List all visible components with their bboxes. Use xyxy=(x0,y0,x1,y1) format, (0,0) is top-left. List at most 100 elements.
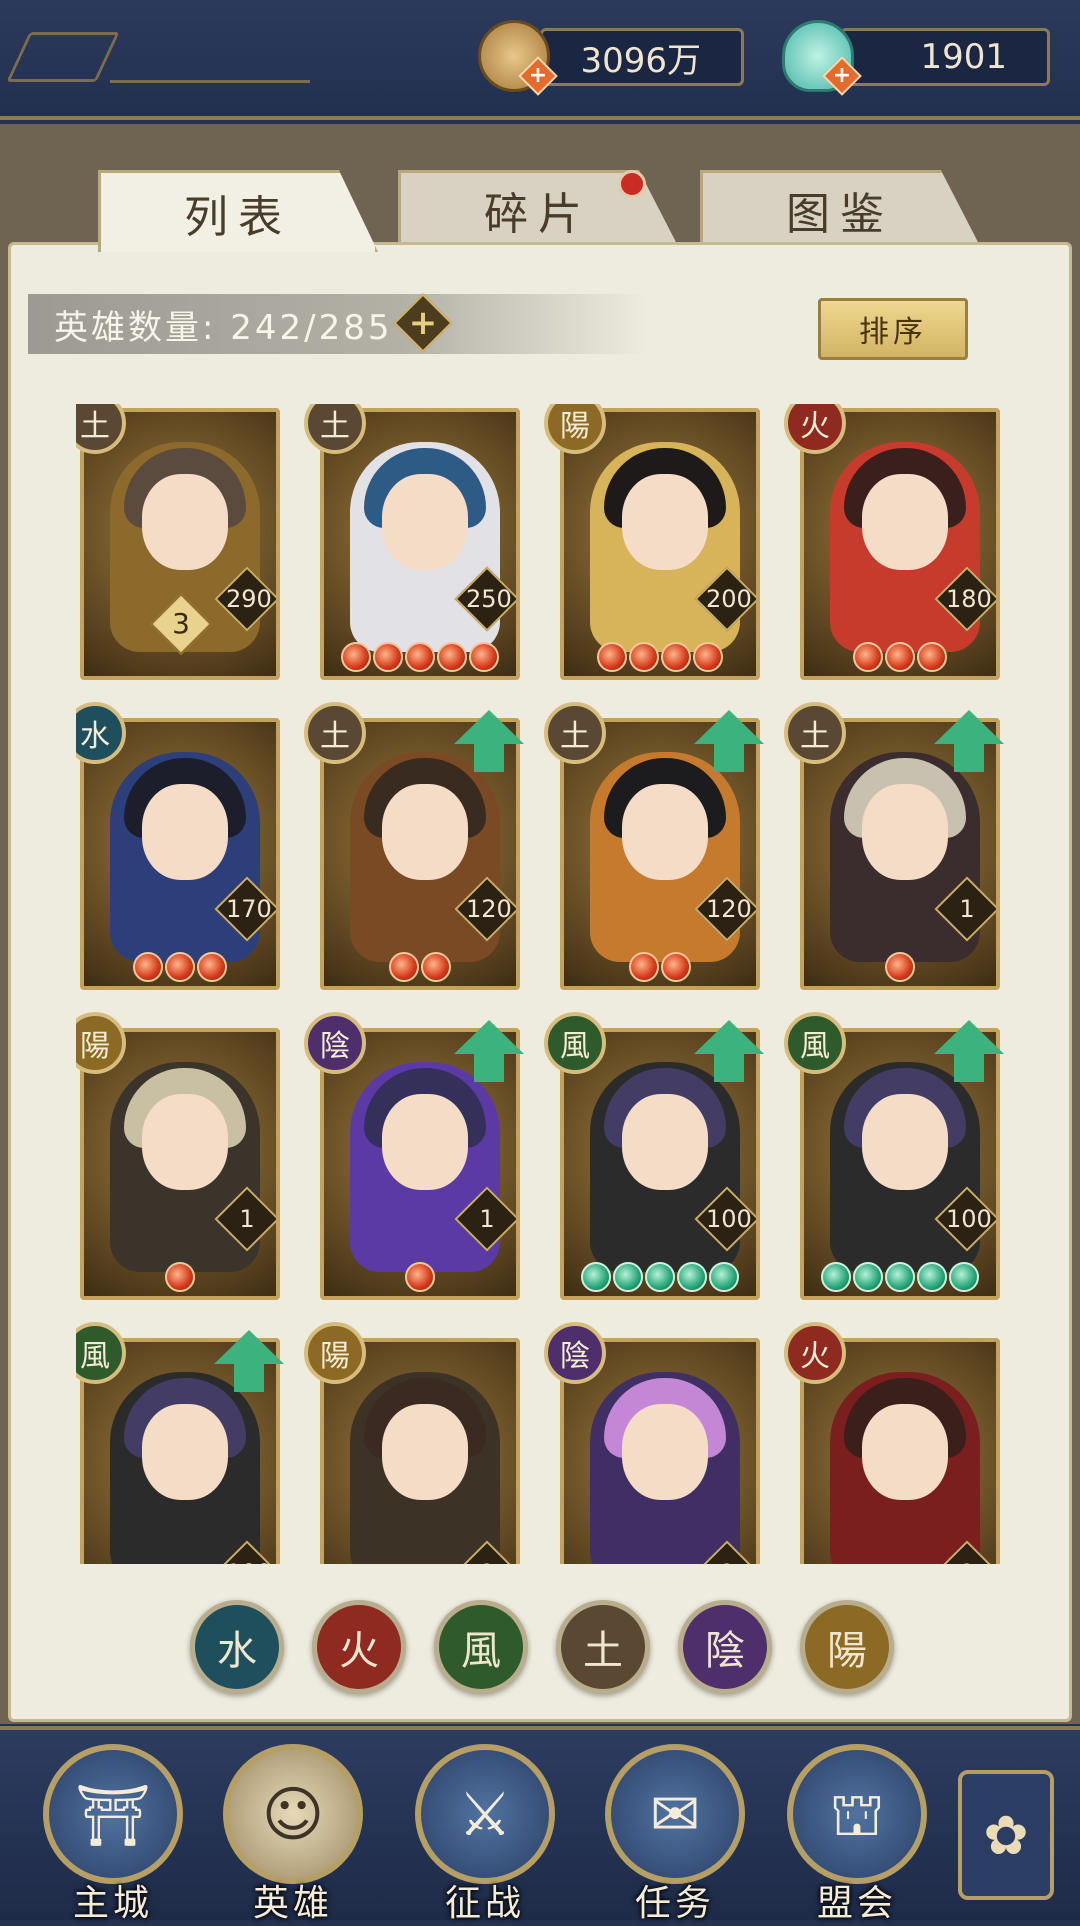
hero-level: 250 xyxy=(466,585,512,613)
hero-face xyxy=(622,1094,708,1190)
menu-button[interactable]: ✿ xyxy=(958,1770,1054,1900)
hero-stars xyxy=(564,1262,756,1292)
star-icon xyxy=(469,642,499,672)
hero-level: 100 xyxy=(226,1552,272,1564)
notification-dot xyxy=(618,170,646,198)
element-badge-icon: 土 xyxy=(544,702,606,764)
tab-encyclopedia[interactable]: 图鉴 xyxy=(700,170,980,246)
star-icon xyxy=(645,1262,675,1292)
hero-face xyxy=(382,474,468,570)
hero-face xyxy=(862,474,948,570)
star-icon xyxy=(677,1262,707,1292)
hero-level: 1 xyxy=(946,1552,988,1564)
castle-icon: ⛩ xyxy=(43,1744,183,1884)
hero-stars xyxy=(804,1262,996,1292)
star-icon xyxy=(581,1262,611,1292)
star-icon xyxy=(885,952,915,982)
hero-face xyxy=(382,1094,468,1190)
star-icon xyxy=(853,1262,883,1292)
sort-button[interactable]: 排序 xyxy=(818,298,968,360)
star-icon xyxy=(693,642,723,672)
element-filter-button[interactable]: 陽 xyxy=(800,1600,894,1694)
hero-level: 120 xyxy=(706,895,752,923)
element-filter-button[interactable]: 陰 xyxy=(678,1600,772,1694)
tab-list[interactable]: 列表 xyxy=(98,170,378,252)
upgrade-arrow-icon xyxy=(454,1020,524,1084)
shell-value: 1901 xyxy=(920,37,1007,77)
top-bar: 3096万 + 1901 + xyxy=(0,0,1080,120)
star-icon xyxy=(421,952,451,982)
hero-stars xyxy=(324,1262,516,1292)
hero-face xyxy=(862,1404,948,1500)
nav-main-city[interactable]: ⛩ 主城 xyxy=(38,1744,188,1924)
nav-heroes[interactable]: ☺ 英雄 xyxy=(218,1744,368,1924)
element-badge-icon: 陰 xyxy=(544,1322,606,1384)
hero-level: 1 xyxy=(479,1205,495,1233)
element-filter-button[interactable]: 水 xyxy=(190,1600,284,1694)
hero-face xyxy=(142,784,228,880)
element-badge-icon: 土 xyxy=(784,702,846,764)
hero-level: 1 xyxy=(239,1205,255,1233)
bottom-nav: ⛩ 主城 ☺ 英雄 ⚔ 征战 ✉ 任务 ⛫ 盟会 ✿ xyxy=(0,1726,1080,1924)
guild-icon: ⛫ xyxy=(787,1744,927,1884)
hero-face xyxy=(142,1404,228,1500)
star-icon xyxy=(613,1262,643,1292)
star-icon xyxy=(853,642,883,672)
hero-level: 120 xyxy=(466,895,512,923)
hero-stars xyxy=(804,952,996,982)
star-icon xyxy=(165,952,195,982)
element-badge-icon: 土 xyxy=(304,702,366,764)
hero-icon: ☺ xyxy=(223,1744,363,1884)
hero-face xyxy=(142,1094,228,1190)
element-badge-icon: 火 xyxy=(784,1322,846,1384)
star-icon xyxy=(709,1262,739,1292)
star-icon xyxy=(437,642,467,672)
star-icon xyxy=(165,1262,195,1292)
hero-count-banner: 英雄数量: 242/285 xyxy=(28,294,648,354)
upgrade-arrow-icon xyxy=(694,1020,764,1084)
hero-stars xyxy=(84,952,276,982)
hero-level: 170 xyxy=(226,895,272,923)
star-icon xyxy=(341,642,371,672)
battle-icon: ⚔ xyxy=(415,1744,555,1884)
shell-counter: 1901 xyxy=(840,28,1050,86)
hero-level: 1 xyxy=(959,895,975,923)
upgrade-arrow-icon xyxy=(694,710,764,774)
logo-deco-icon xyxy=(6,32,120,82)
hero-face xyxy=(622,1404,708,1500)
hero-stars xyxy=(324,642,516,672)
star-icon xyxy=(133,952,163,982)
star-icon xyxy=(661,952,691,982)
hero-stars xyxy=(564,952,756,982)
element-filter-button[interactable]: 火 xyxy=(312,1600,406,1694)
star-icon xyxy=(405,642,435,672)
hero-face xyxy=(382,784,468,880)
nav-tasks[interactable]: ✉ 任务 xyxy=(600,1744,750,1924)
hero-face xyxy=(862,1094,948,1190)
hero-grid: 290 3 土 250 土 200 陽 180 火 170 水 120 土 120 土 1 土 1 陽 1 陰 100 風 1… xyxy=(76,404,1006,1564)
upgrade-arrow-icon xyxy=(454,710,524,774)
hero-level: 290 xyxy=(226,585,272,613)
hero-level: 180 xyxy=(946,585,992,613)
star-icon xyxy=(661,642,691,672)
nav-campaign[interactable]: ⚔ 征战 xyxy=(410,1744,560,1924)
star-icon xyxy=(373,642,403,672)
element-filter-button[interactable]: 風 xyxy=(434,1600,528,1694)
element-filter-row: 水火風土陰陽 xyxy=(190,1600,894,1694)
element-badge-icon: 陰 xyxy=(304,1012,366,1074)
coin-value: 3096万 xyxy=(580,40,701,81)
element-filter-button[interactable]: 土 xyxy=(556,1600,650,1694)
star-icon xyxy=(197,952,227,982)
hero-stars xyxy=(324,952,516,982)
element-badge-icon: 風 xyxy=(784,1012,846,1074)
hero-level: 100 xyxy=(946,1205,992,1233)
hero-stars xyxy=(564,642,756,672)
hero-count-label: 英雄数量: 242/285 xyxy=(54,307,393,348)
hero-level: 1 xyxy=(706,1552,748,1564)
hero-level: 100 xyxy=(706,1205,752,1233)
hero-face xyxy=(622,784,708,880)
upgrade-arrow-icon xyxy=(214,1330,284,1394)
hero-stars xyxy=(804,642,996,672)
element-badge-icon: 陽 xyxy=(304,1322,366,1384)
nav-guild[interactable]: ⛫ 盟会 xyxy=(782,1744,932,1924)
